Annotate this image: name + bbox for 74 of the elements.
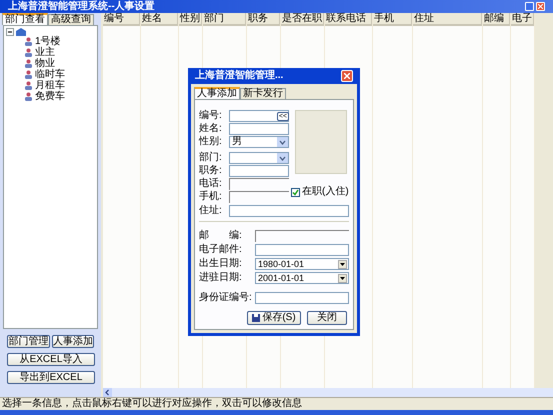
field-label: 住址: [199, 206, 223, 216]
column-header[interactable]: 邮编 [483, 13, 510, 26]
window-title: 上海普澄智能管理系统--人事设置 [8, 2, 155, 12]
column-header[interactable]: 姓名 [141, 13, 178, 26]
export-button[interactable]: 导出到EXCEL [7, 371, 95, 384]
building-icon [16, 28, 26, 36]
tree-item[interactable]: 1号楼 [35, 36, 61, 46]
field-label: 姓名: [199, 124, 223, 134]
column-header[interactable]: 编号 [103, 13, 140, 26]
checkbox[interactable] [291, 188, 300, 196]
dropdown-field[interactable] [229, 152, 289, 164]
field-label: 职务: [199, 166, 223, 176]
column-header[interactable]: 是否在职 [281, 13, 324, 26]
field-label: 进驻日期: [199, 273, 243, 283]
save-button[interactable]: 保存(S) [247, 311, 301, 325]
import-button[interactable]: 从EXCEL导入 [7, 353, 95, 366]
input-field[interactable] [229, 205, 349, 217]
scroll-left-arrow-icon[interactable] [103, 388, 112, 397]
photo-placeholder [295, 110, 347, 174]
column-header[interactable]: 性别 [179, 13, 202, 26]
dropdown-arrow-icon[interactable] [338, 274, 347, 282]
input-field[interactable] [255, 244, 349, 256]
field-label: 身份证编号: [199, 293, 253, 303]
input-field[interactable] [255, 292, 349, 304]
tree-item[interactable]: 业主 [35, 48, 55, 58]
column-header[interactable]: 电子 [511, 13, 534, 26]
tab[interactable]: 人事添加 [194, 87, 240, 99]
dialog-title: 上海普澄智能管理... [195, 71, 284, 81]
person-icon [24, 92, 33, 101]
field-label: 部门: [199, 153, 223, 163]
field-label: 电话: [199, 179, 223, 189]
date-field[interactable]: 2001-01-01 [255, 272, 349, 284]
horizontal-scrollbar[interactable] [103, 388, 553, 397]
department-button[interactable]: 部门管理 [7, 335, 50, 348]
close-button[interactable] [536, 2, 545, 11]
field-label: 性别: [199, 137, 223, 147]
field-label: 出生日期: [199, 259, 243, 269]
field-label: 电子邮件: [199, 245, 243, 255]
close-button[interactable]: 关闭 [307, 311, 347, 325]
person-icon [24, 81, 33, 90]
status-text: 选择一条信息，点击鼠标右键可以进行对应操作，双击可以修改信息 [2, 399, 302, 409]
person-icon [24, 59, 33, 68]
column-header[interactable]: 职务 [247, 13, 280, 26]
field-label: 编号: [199, 111, 223, 121]
close-icon [344, 73, 350, 79]
tree-item[interactable]: 免费车 [35, 92, 65, 102]
tab[interactable]: 新卡发行 [240, 88, 286, 99]
column-header[interactable]: 手机 [373, 13, 412, 26]
collapse-icon[interactable] [6, 28, 14, 36]
person-icon [24, 37, 33, 46]
checkbox-label: 在职(入住) [302, 187, 349, 197]
dropdown-arrow-icon[interactable] [338, 260, 347, 268]
restore-button[interactable] [525, 2, 534, 11]
tab[interactable]: 部门查看 [2, 13, 48, 25]
field-label: 手机: [199, 192, 223, 202]
tab[interactable]: 高级查询 [48, 14, 94, 25]
person-icon [24, 70, 33, 79]
input-field[interactable] [229, 123, 289, 135]
field-label: 邮 编: [199, 231, 243, 241]
dropdown-field[interactable]: 男 [229, 136, 289, 148]
tree-item[interactable]: 月租车 [35, 80, 65, 90]
close-icon [538, 4, 543, 9]
close-button[interactable] [341, 70, 353, 82]
person-icon [24, 48, 33, 57]
column-header[interactable]: 住址 [413, 13, 482, 26]
date-field[interactable]: 1980-01-01 [255, 258, 349, 270]
tree-item[interactable]: 物业 [35, 58, 55, 68]
input-field[interactable] [255, 230, 349, 242]
input-field[interactable] [229, 191, 289, 203]
input-field[interactable] [229, 178, 289, 190]
input-field[interactable] [229, 165, 289, 177]
column-header[interactable]: 联系电话 [325, 13, 372, 26]
add-person-button[interactable]: 人事添加 [52, 335, 94, 348]
tree-item[interactable]: 临时车 [35, 70, 65, 80]
